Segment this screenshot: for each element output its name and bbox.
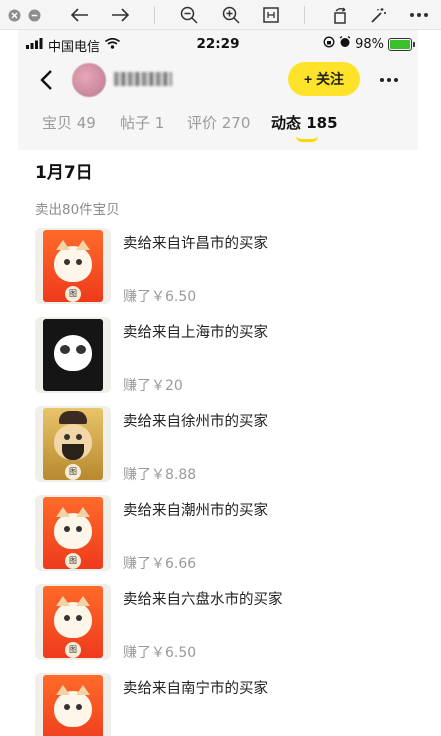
feed-item[interactable]: 图 卖给来自六盘水市的买家 赚了￥6.50 (35, 584, 405, 664)
item-title: 卖给来自许昌市的买家 (123, 236, 268, 252)
dot-icon (380, 78, 384, 82)
rotate-icon[interactable] (328, 3, 352, 27)
toolbar-divider (154, 6, 155, 24)
item-earned: 赚了￥6.50 (123, 289, 197, 305)
cat-face-icon (54, 240, 92, 282)
feed-item[interactable]: 图 卖给来自潮州市的买家 赚了￥6.66 (35, 495, 405, 575)
thumb-tag: 图 (65, 642, 81, 658)
more-options-button[interactable] (374, 66, 404, 94)
item-title: 卖给来自南宁市的买家 (123, 681, 268, 697)
tab-activity[interactable]: 动态 185 (271, 112, 338, 133)
dot-icon (394, 78, 398, 82)
alarm-icon (339, 35, 351, 52)
username-blurred (114, 71, 172, 89)
sticker-image (43, 319, 103, 391)
sticker-image: 图 (43, 408, 103, 480)
product-thumbnail: 图 (35, 406, 111, 482)
product-thumbnail: 图 (35, 495, 111, 571)
toolbar-divider (304, 6, 305, 24)
battery-percent: 98% (355, 36, 384, 52)
item-title: 卖给来自潮州市的买家 (123, 503, 268, 519)
item-earned: 赚了￥6.50 (123, 645, 197, 661)
thumb-tag: 图 (65, 286, 81, 302)
product-thumbnail (35, 673, 111, 736)
item-earned: 赚了￥6.66 (123, 556, 197, 572)
battery-level (390, 39, 410, 49)
orientation-lock-icon (323, 36, 335, 52)
feed-item[interactable]: 卖给来自南宁市的买家 (35, 673, 405, 736)
god-of-wealth-face-icon (54, 424, 92, 460)
avatar[interactable] (72, 63, 106, 97)
sticker-image: 图 (43, 230, 103, 302)
feed-item[interactable]: 卖给来自上海市的买家 赚了￥20 (35, 317, 405, 397)
activity-feed: 1月7日 卖出80件宝贝 图 卖给来自许昌市的买家 赚了￥6.50 卖给来自上海… (18, 150, 418, 736)
product-thumbnail: 图 (35, 584, 111, 660)
more-icon[interactable] (406, 3, 432, 27)
item-title: 卖给来自徐州市的买家 (123, 414, 268, 430)
fit-icon[interactable] (258, 3, 284, 27)
image-viewer-toolbar (0, 0, 441, 30)
magic-wand-icon[interactable] (366, 3, 390, 27)
back-arrow-icon[interactable] (68, 3, 92, 27)
sold-summary: 卖出80件宝贝 (35, 202, 120, 218)
phone-screen: 中国电信 22:29 98% + 关注 宝贝 49 帖子 1 评价 270 动态… (18, 30, 418, 736)
tab-reviews[interactable]: 评价 270 (187, 112, 250, 133)
feed-item[interactable]: 图 卖给来自许昌市的买家 赚了￥6.50 (35, 228, 405, 308)
chevron-left-icon (40, 70, 52, 90)
tab-items[interactable]: 宝贝 49 (42, 112, 96, 133)
forward-arrow-icon[interactable] (108, 3, 132, 27)
item-title: 卖给来自上海市的买家 (123, 325, 268, 341)
profile-tabs: 宝贝 49 帖子 1 评价 270 动态 185 (18, 110, 418, 144)
close-icon[interactable] (6, 3, 22, 27)
minimize-icon[interactable] (26, 3, 42, 27)
zoom-in-icon[interactable] (218, 3, 244, 27)
product-thumbnail (35, 317, 111, 393)
cat-face-icon (54, 685, 92, 727)
feed-date: 1月7日 (35, 163, 93, 183)
panda-face-icon (54, 335, 92, 371)
cat-face-icon (54, 507, 92, 549)
redacted-name (114, 72, 172, 86)
item-earned: 赚了￥8.88 (123, 467, 197, 483)
profile-header: + 关注 (18, 58, 418, 102)
cat-face-icon (54, 596, 92, 638)
thumb-tag: 图 (65, 464, 81, 480)
back-button[interactable] (32, 66, 60, 94)
dot-icon (387, 78, 391, 82)
sticker-image: 图 (43, 497, 103, 569)
item-title: 卖给来自六盘水市的买家 (123, 592, 283, 608)
feed-item[interactable]: 图 卖给来自徐州市的买家 赚了￥8.88 (35, 406, 405, 486)
active-tab-indicator (296, 136, 318, 142)
sticker-image (43, 675, 103, 736)
tab-posts[interactable]: 帖子 1 (120, 112, 164, 133)
thumb-tag: 图 (65, 553, 81, 569)
sticker-image: 图 (43, 586, 103, 658)
follow-button[interactable]: + 关注 (288, 62, 360, 96)
product-thumbnail: 图 (35, 228, 111, 304)
item-earned: 赚了￥20 (123, 378, 183, 394)
hat-shape (59, 411, 87, 424)
battery-icon (388, 37, 415, 51)
status-bar: 中国电信 22:29 98% (18, 30, 418, 58)
zoom-out-icon[interactable] (176, 3, 202, 27)
